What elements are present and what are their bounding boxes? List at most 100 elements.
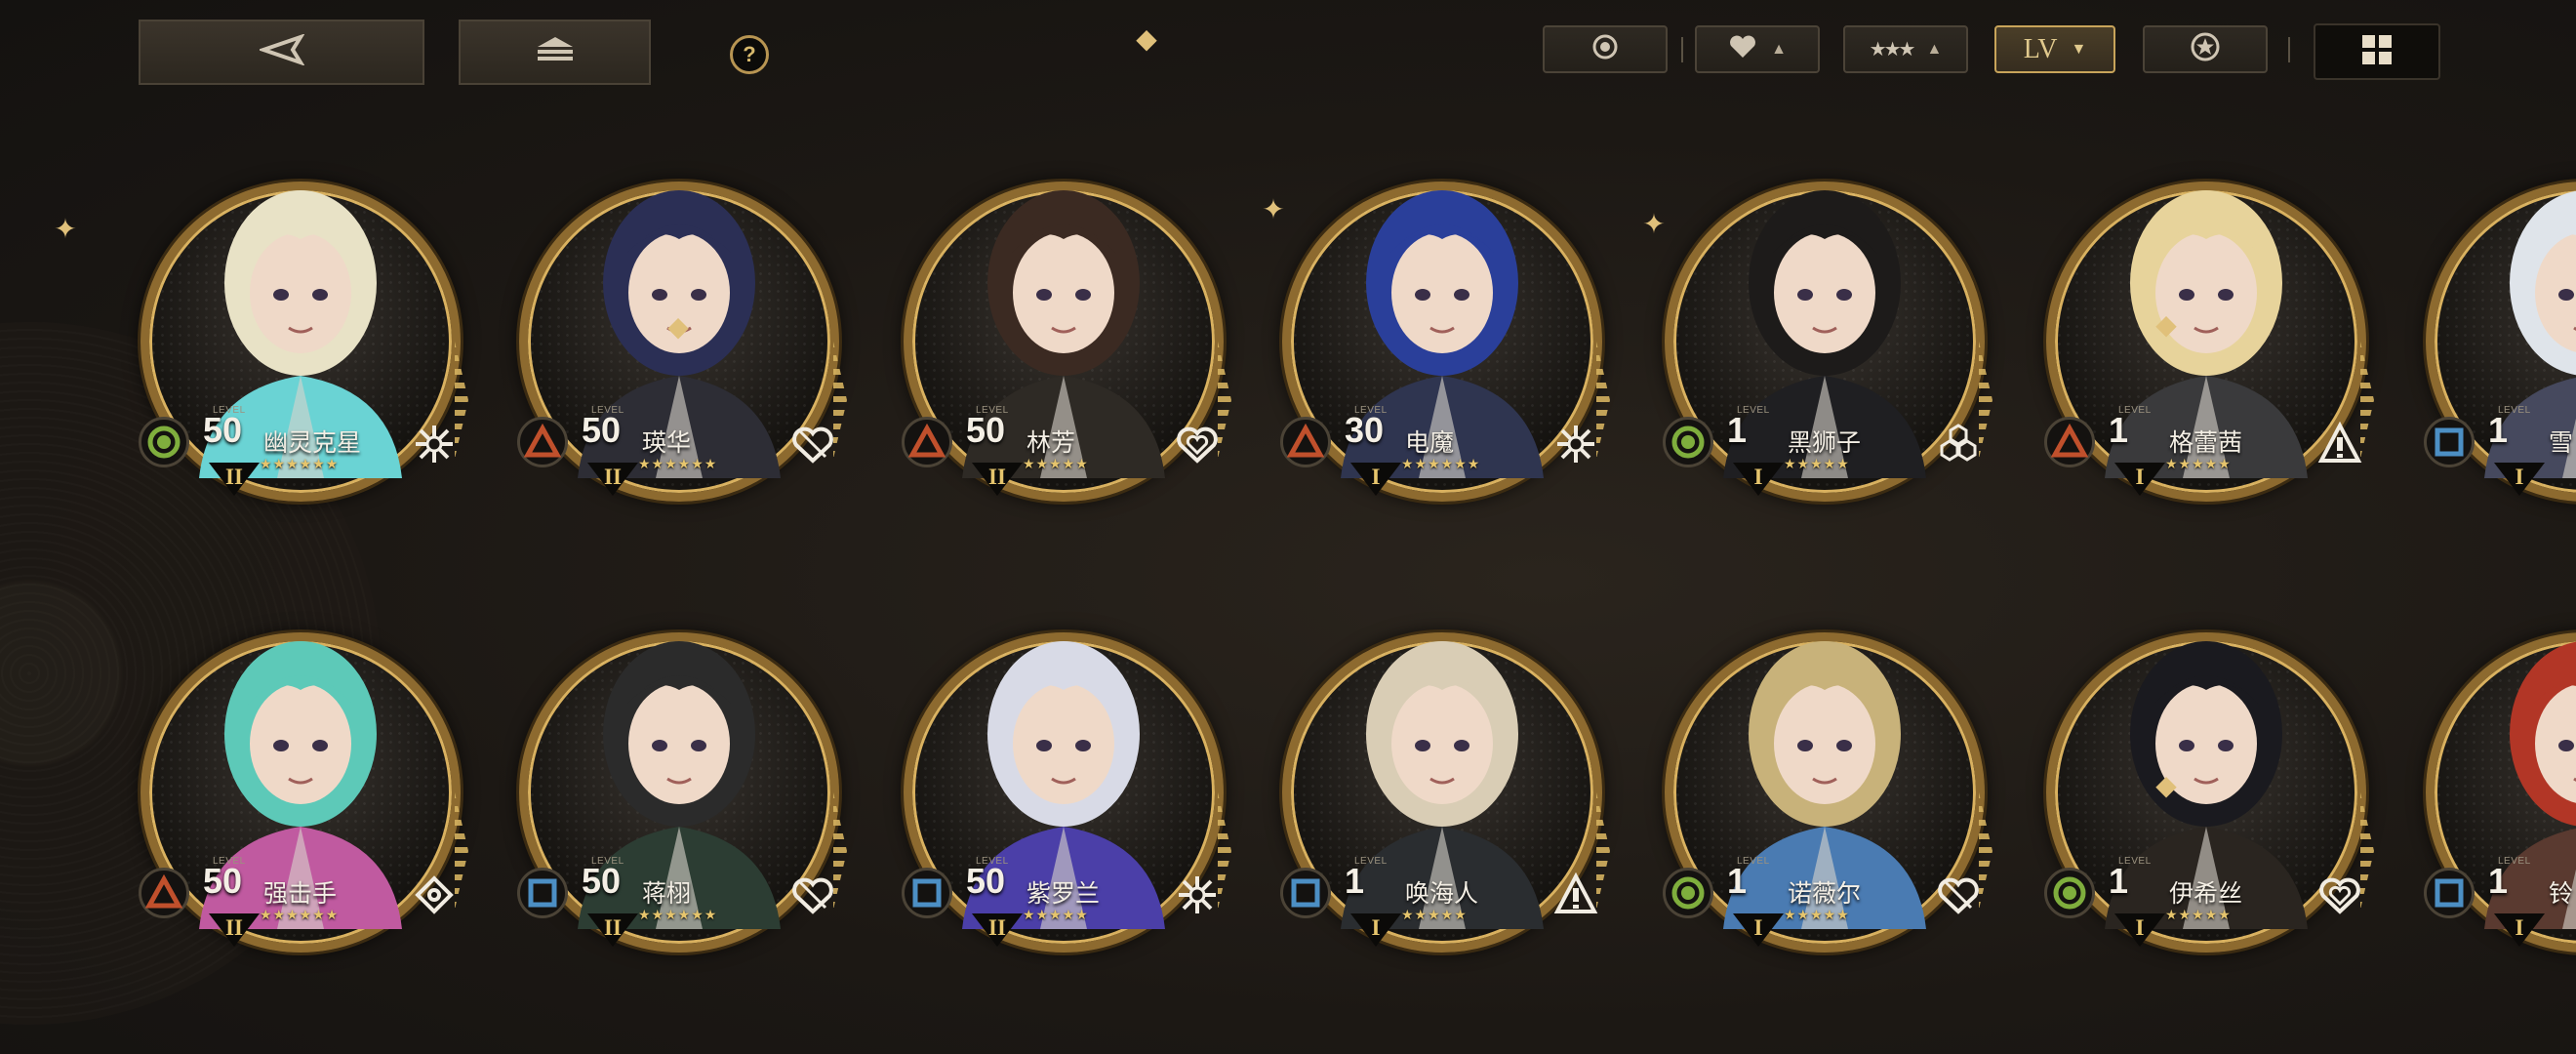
character-info: LEVEL 1 黑狮子 ★★★★★ I	[1651, 402, 2002, 509]
character-name: 蒋栩	[642, 879, 692, 908]
shield-heart-icon	[786, 418, 839, 470]
sparkle-decoration: ◆	[667, 311, 689, 342]
character-card[interactable]: LEVEL 1 雪 I	[2412, 146, 2576, 556]
heart-icon	[1728, 34, 1757, 65]
character-card[interactable]: LEVEL 50 幽灵克星 ★★★★★★ II	[127, 146, 498, 556]
character-level: 1	[1727, 861, 1748, 901]
character-level: 50	[203, 861, 243, 901]
toolbar-divider	[2288, 37, 2290, 62]
character-level: 1	[2488, 410, 2509, 450]
warning-triangle-icon	[1550, 869, 1602, 921]
rank-badge: I	[1733, 913, 1784, 947]
character-card[interactable]: LEVEL 50 瑛华 ★★★★★★ II	[505, 146, 876, 556]
character-info: LEVEL 50 强击手 ★★★★★★ II	[127, 853, 478, 960]
character-info: LEVEL 50 蒋栩 ★★★★★★ II	[505, 853, 857, 960]
snowflake-icon	[1550, 418, 1602, 470]
sparkle-decoration: ◆	[2155, 309, 2177, 340]
rank-badge: I	[2494, 463, 2545, 496]
rank-badge: II	[587, 913, 638, 947]
rank-badge: II	[209, 463, 260, 496]
character-card[interactable]: LEVEL 50 强击手 ★★★★★★ II	[127, 597, 498, 1007]
character-card[interactable]: LEVEL 1 黑狮子 ★★★★★ I	[1651, 146, 2022, 556]
character-name: 唤海人	[1405, 879, 1479, 908]
character-name: 瑛华	[642, 428, 692, 457]
grid-view-button[interactable]	[2314, 23, 2440, 80]
character-name: 黑狮子	[1788, 428, 1862, 457]
character-card[interactable]: LEVEL 1 唤海人 ★★★★★ I	[1268, 597, 1639, 1007]
character-card[interactable]: LEVEL 50 紫罗兰 ★★★★★ II	[890, 597, 1261, 1007]
back-button[interactable]	[139, 20, 424, 85]
triangle-attribute-icon	[2044, 417, 2095, 467]
rank-badge: I	[1350, 463, 1401, 496]
character-info: LEVEL 1 诺薇尔 ★★★★★ I	[1651, 853, 2002, 960]
character-level: 1	[2109, 861, 2129, 901]
sparkle-decoration: ✦	[1642, 209, 1666, 239]
character-card[interactable]: LEVEL 30 电魔 ★★★★★★ I	[1268, 146, 1639, 556]
star-rating: ★★★★★	[1784, 907, 1850, 922]
star-rating: ★★★★★	[1023, 907, 1089, 922]
character-info: LEVEL 30 电魔 ★★★★★★ I	[1268, 402, 1620, 509]
character-card[interactable]: LEVEL 50 林芳 ★★★★★ II	[890, 146, 1261, 556]
character-info: LEVEL 50 紫罗兰 ★★★★★ II	[890, 853, 1241, 960]
character-card[interactable]: LEVEL 50 蒋栩 ★★★★★★ II	[505, 597, 876, 1007]
character-card[interactable]: LEVEL 1 诺薇尔 ★★★★★ I	[1651, 597, 2022, 1007]
character-card[interactable]: LEVEL 1 格蕾茜 ★★★★★ I	[2033, 146, 2403, 556]
square-attribute-icon	[2424, 417, 2475, 467]
toolbar-divider	[1681, 37, 1683, 62]
rank-badge: I	[2114, 463, 2165, 496]
character-info: LEVEL 50 瑛华 ★★★★★★ II	[505, 402, 857, 509]
star-rating: ★★★★★★	[1401, 456, 1481, 471]
circle-attribute-icon	[2044, 868, 2095, 918]
character-name: 伊希丝	[2169, 879, 2243, 908]
character-name: 紫罗兰	[1026, 879, 1101, 908]
help-button[interactable]: ?	[730, 35, 769, 74]
triangle-attribute-icon	[517, 417, 568, 467]
heart-outline-icon	[1171, 418, 1224, 470]
character-level: 50	[203, 410, 243, 450]
heart-outline-icon	[2314, 869, 2366, 921]
rank-badge: I	[2114, 913, 2165, 947]
circle-attribute-icon	[1663, 417, 1713, 467]
sparkle-decoration: ◆	[2155, 770, 2177, 800]
character-card[interactable]: LEVEL 1 伊希丝 ★★★★★ I	[2033, 597, 2403, 1007]
character-name: 电魔	[1405, 428, 1455, 457]
level-filter-label: LV	[2023, 33, 2058, 64]
character-info: LEVEL 1 铃 I	[2412, 853, 2576, 960]
shield-heart-icon	[1932, 869, 1985, 921]
square-attribute-icon	[902, 868, 952, 918]
character-name: 幽灵克星	[263, 428, 362, 457]
sort-arrow: ▼	[2071, 40, 2087, 58]
character-info: LEVEL 50 幽灵克星 ★★★★★★ II	[127, 402, 478, 509]
home-button[interactable]	[459, 20, 651, 85]
character-card[interactable]: LEVEL 1 铃 I	[2412, 597, 2576, 1007]
star-badge-icon	[2191, 32, 2220, 67]
filter-level-button[interactable]: LV ▼	[1994, 25, 2115, 73]
character-name: 强击手	[263, 879, 338, 908]
circle-dot-icon	[1591, 33, 1619, 66]
rank-badge: II	[209, 913, 260, 947]
star-rating: ★★★★★	[1023, 456, 1089, 471]
stars-icon: ★★★	[1869, 39, 1916, 61]
filter-favorite-button[interactable]	[2143, 25, 2268, 73]
filter-attribute-button[interactable]	[1543, 25, 1668, 73]
character-name: 雪	[2549, 428, 2574, 457]
sparkle-decoration: ◆	[1136, 23, 1157, 54]
character-name: 格蕾茜	[2169, 428, 2243, 457]
character-level: 1	[2109, 410, 2129, 450]
circle-attribute-icon	[1663, 868, 1713, 918]
character-info: LEVEL 50 林芳 ★★★★★ II	[890, 402, 1241, 509]
character-level: 50	[582, 861, 622, 901]
star-rating: ★★★★★	[2165, 456, 2232, 471]
character-info: LEVEL 1 格蕾茜 ★★★★★ I	[2033, 402, 2384, 509]
character-level: 1	[1345, 861, 1365, 901]
stack-icon	[534, 35, 577, 69]
shield-heart-icon	[786, 869, 839, 921]
star-rating: ★★★★★	[2165, 907, 2232, 922]
filter-rarity-button[interactable]: ★★★ ▲	[1843, 25, 1968, 73]
filter-affinity-button[interactable]: ▲	[1695, 25, 1820, 73]
character-name: 林芳	[1026, 428, 1076, 457]
character-level: 30	[1345, 410, 1385, 450]
triangle-attribute-icon	[902, 417, 952, 467]
star-rating: ★★★★★★	[260, 456, 340, 471]
character-info: LEVEL 1 唤海人 ★★★★★ I	[1268, 853, 1620, 960]
